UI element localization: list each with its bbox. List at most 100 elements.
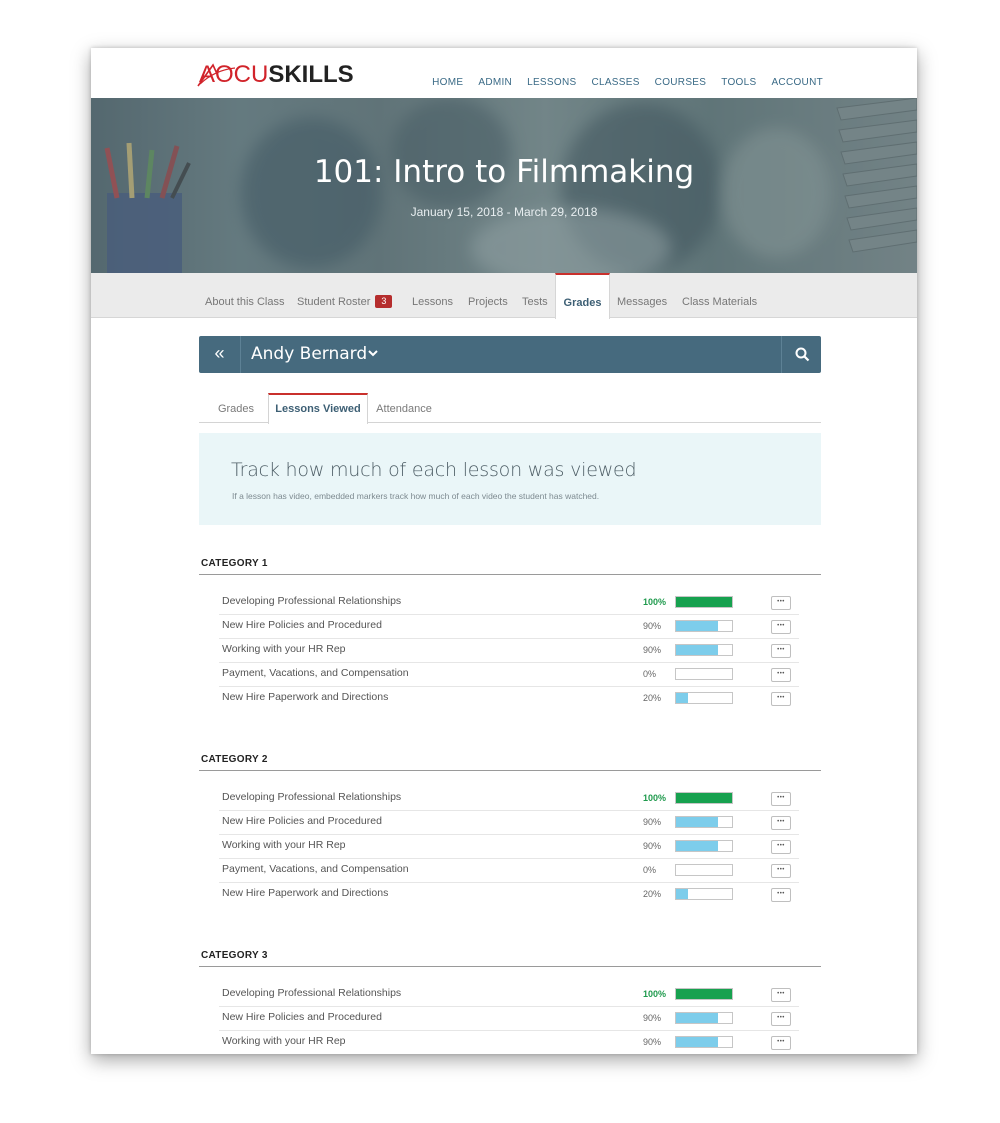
more-options-button[interactable]: ••• [771,864,791,878]
lesson-title[interactable]: New Hire Policies and Procedured [222,619,382,631]
lesson-category-section: CATEGORY 3 Developing Professional Relati… [199,950,821,1054]
more-dots-icon: ••• [777,867,785,873]
lesson-title[interactable]: Payment, Vacations, and Compensation [222,667,409,679]
lesson-percent: 0% [643,865,657,875]
lesson-percent: 90% [643,817,662,827]
lesson-percent: 100% [643,597,667,607]
progress-fill [676,621,718,631]
roster-count-badge: 3 [375,295,393,308]
lesson-row: Developing Professional Relationships 100… [219,591,799,615]
logo-accent-text: AOCU [199,61,269,88]
brand-logo[interactable]: AOCUSKILLS [197,61,354,88]
chevron-down-icon[interactable] [367,347,379,359]
tab-class-materials[interactable]: Class Materials [682,273,757,318]
subtab-grades[interactable]: Grades [211,393,261,423]
more-options-button[interactable]: ••• [771,620,791,634]
lesson-progress-bar [675,816,733,828]
tab-tests[interactable]: Tests [522,273,548,318]
lesson-row: Working with your HR Rep 90% ••• [219,1031,799,1054]
subtab-attendance[interactable]: Attendance [373,393,435,423]
lesson-row: New Hire Paperwork and Directions 20% ••• [219,687,799,711]
lesson-title[interactable]: New Hire Paperwork and Directions [222,691,388,703]
nav-lessons[interactable]: LESSONS [527,77,576,88]
lesson-row: Payment, Vacations, and Compensation 0% ••… [219,663,799,687]
lesson-percent: 20% [643,889,662,899]
more-options-button[interactable]: ••• [771,1036,791,1050]
info-description: If a lesson has video, embedded markers … [232,491,600,501]
lesson-row: Working with your HR Rep 90% ••• [219,639,799,663]
info-title: Track how much of each lesson was viewed [231,459,637,481]
more-dots-icon: ••• [777,891,785,897]
nav-account[interactable]: ACCOUNT [771,77,823,88]
more-options-button[interactable]: ••• [771,692,791,706]
tab-lessons[interactable]: Lessons [412,273,453,318]
progress-fill [676,693,689,703]
lesson-title[interactable]: Developing Professional Relationships [222,595,401,607]
subtab-lessons-viewed[interactable]: Lessons Viewed [268,393,368,424]
more-dots-icon: ••• [777,843,785,849]
lesson-percent: 100% [643,989,667,999]
lesson-row: New Hire Policies and Procedured 90% ••• [219,615,799,639]
more-options-button[interactable]: ••• [771,644,791,658]
progress-fill [676,793,732,803]
progress-fill [676,817,718,827]
nav-tools[interactable]: TOOLS [721,77,756,88]
lesson-percent: 0% [643,669,657,679]
category-divider [199,966,821,967]
nav-home[interactable]: HOME [432,77,463,88]
more-options-button[interactable]: ••• [771,792,791,806]
lesson-progress-bar [675,888,733,900]
lesson-title[interactable]: Working with your HR Rep [222,643,346,655]
lesson-progress-bar [675,644,733,656]
progress-fill [676,645,718,655]
lesson-row: New Hire Paperwork and Directions 20% ••• [219,883,799,907]
category-title: CATEGORY 2 [201,754,268,765]
tab-student-roster[interactable]: Student Roster 3 [297,273,393,318]
more-options-button[interactable]: ••• [771,596,791,610]
lesson-progress-bar [675,692,733,704]
more-options-button[interactable]: ••• [771,840,791,854]
lesson-percent: 20% [643,693,662,703]
progress-fill [676,597,732,607]
lesson-title[interactable]: New Hire Paperwork and Directions [222,887,388,899]
grade-sub-tabs: Grades Lessons Viewed Attendance [199,393,821,424]
logo-bold-text: SKILLS [268,61,354,88]
nav-classes[interactable]: CLASSES [591,77,639,88]
progress-fill [676,1013,718,1023]
more-options-button[interactable]: ••• [771,988,791,1002]
lesson-title[interactable]: Working with your HR Rep [222,1035,346,1047]
lesson-progress-bar [675,668,733,680]
more-options-button[interactable]: ••• [771,668,791,682]
lesson-row: Developing Professional Relationships 100… [219,983,799,1007]
more-dots-icon: ••• [777,795,785,801]
lesson-title[interactable]: New Hire Policies and Procedured [222,815,382,827]
lesson-progress-bar [675,840,733,852]
search-icon [795,347,810,362]
progress-fill [676,841,718,851]
lesson-title[interactable]: Developing Professional Relationships [222,987,401,999]
more-options-button[interactable]: ••• [771,1012,791,1026]
more-options-button[interactable]: ••• [771,888,791,902]
lesson-percent: 90% [643,621,662,631]
previous-student-button[interactable]: « [199,336,241,373]
tab-grades[interactable]: Grades [555,273,610,319]
student-name-dropdown[interactable]: Andy Bernard [251,336,367,373]
app-window: AOCUSKILLS HOME ADMIN LESSONS CLASSES CO… [91,48,917,1054]
class-title: 101: Intro to Filmmaking [313,154,695,190]
lesson-title[interactable]: Working with your HR Rep [222,839,346,851]
lesson-title[interactable]: Developing Professional Relationships [222,791,401,803]
nav-admin[interactable]: ADMIN [478,77,512,88]
search-button[interactable] [781,336,821,373]
progress-fill [676,889,689,899]
progress-fill [676,1037,718,1047]
tab-about-this-class[interactable]: About this Class [205,273,284,318]
more-options-button[interactable]: ••• [771,816,791,830]
lesson-title[interactable]: New Hire Policies and Procedured [222,1011,382,1023]
tab-projects[interactable]: Projects [468,273,508,318]
lesson-percent: 90% [643,1013,662,1023]
top-navbar: AOCUSKILLS HOME ADMIN LESSONS CLASSES CO… [91,48,917,98]
nav-courses[interactable]: COURSES [655,77,707,88]
tab-messages[interactable]: Messages [617,273,667,318]
lesson-progress-bar [675,988,733,1000]
lesson-title[interactable]: Payment, Vacations, and Compensation [222,863,409,875]
